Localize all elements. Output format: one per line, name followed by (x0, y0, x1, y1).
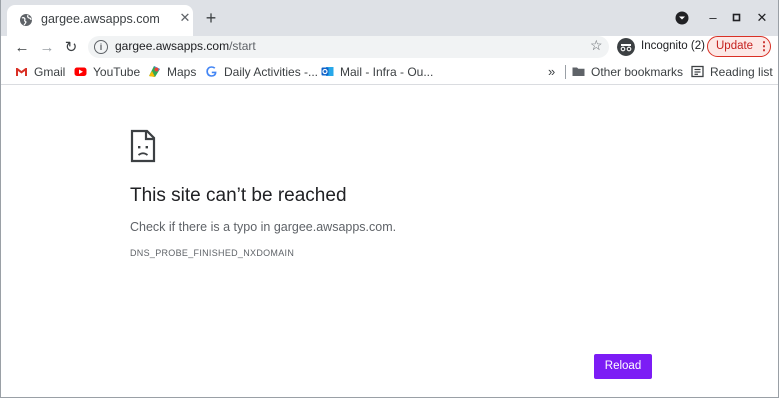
error-code: DNS_PROBE_FINISHED_NXDOMAIN (130, 248, 295, 258)
incognito-label: Incognito (2) (641, 40, 705, 52)
forward-arrow-icon[interactable]: → (37, 38, 57, 58)
bookmark-daily-activities[interactable]: Daily Activities -... (205, 63, 318, 81)
bookmark-gmail[interactable]: Gmail (15, 63, 65, 81)
more-vert-icon: ⋮ (758, 39, 770, 53)
reading-list-button[interactable]: Reading list (691, 63, 773, 81)
reload-button[interactable]: Reload (594, 354, 652, 379)
back-arrow-icon[interactable]: ← (12, 38, 32, 58)
info-icon[interactable]: i (94, 40, 108, 54)
outlook-icon (321, 67, 334, 76)
bookmark-label: Gmail (34, 65, 66, 79)
minimize-icon[interactable]: – (704, 9, 722, 27)
bookmark-label: Maps (167, 65, 197, 79)
url-path: /start (229, 39, 256, 53)
bookmark-maps[interactable]: Maps (148, 63, 196, 81)
bookmarks-bar: Gmail YouTube Maps Daily Activities -...… (1, 60, 778, 85)
tab-active[interactable]: gargee.awsapps.com ✕ (7, 5, 193, 36)
toolbar: ← → ↻ i gargee.awsapps.com/start ☆ Incog… (1, 36, 778, 60)
bookmark-mail-infra[interactable]: Mail - Infra - Ou... (321, 63, 433, 81)
reading-list-icon (691, 65, 704, 78)
bookmark-label: YouTube (93, 65, 141, 79)
incognito-icon (617, 38, 635, 56)
url-host: gargee.awsapps.com (115, 39, 230, 53)
bookmark-label: Mail - Infra - Ou... (340, 65, 434, 79)
error-description: Check if there is a typo in gargee.awsap… (130, 220, 397, 234)
bookmarks-divider (565, 65, 566, 79)
gmail-icon (16, 68, 27, 76)
google-icon (206, 66, 217, 77)
error-title: This site can’t be reached (130, 185, 347, 206)
update-button[interactable]: Update ⋮ (707, 36, 771, 57)
tab-strip: gargee.awsapps.com ✕ + – ✕ (1, 0, 778, 36)
address-bar[interactable]: i gargee.awsapps.com/start ☆ (88, 36, 609, 58)
maximize-icon[interactable] (728, 9, 746, 27)
reload-icon[interactable]: ↻ (61, 38, 81, 58)
sad-page-icon (130, 129, 156, 163)
maps-icon (149, 66, 160, 77)
tab-title: gargee.awsapps.com (41, 12, 160, 26)
tab-search-icon[interactable] (673, 9, 691, 27)
reading-list-label: Reading list (710, 65, 773, 79)
incognito-button[interactable]: Incognito (2) (615, 37, 705, 57)
update-label: Update (716, 40, 754, 52)
browser-window: gargee.awsapps.com ✕ + – ✕ ← → ↻ i garge… (0, 0, 779, 398)
close-window-icon[interactable]: ✕ (753, 9, 771, 27)
star-icon[interactable]: ☆ (590, 37, 603, 54)
other-bookmarks-label: Other bookmarks (591, 65, 684, 79)
bookmarks-overflow-button[interactable]: » (548, 63, 555, 81)
url-text[interactable]: gargee.awsapps.com/start (115, 39, 256, 53)
folder-icon (572, 67, 585, 76)
globe-icon (20, 14, 32, 26)
bookmark-youtube[interactable]: YouTube (74, 63, 140, 81)
other-bookmarks-folder[interactable]: Other bookmarks (572, 63, 683, 81)
bookmark-label: Daily Activities -... (224, 65, 319, 79)
error-page: This site can’t be reached Check if ther… (1, 85, 778, 397)
new-tab-button[interactable]: + (201, 8, 221, 28)
youtube-icon (74, 67, 87, 76)
close-icon[interactable]: ✕ (177, 10, 193, 26)
